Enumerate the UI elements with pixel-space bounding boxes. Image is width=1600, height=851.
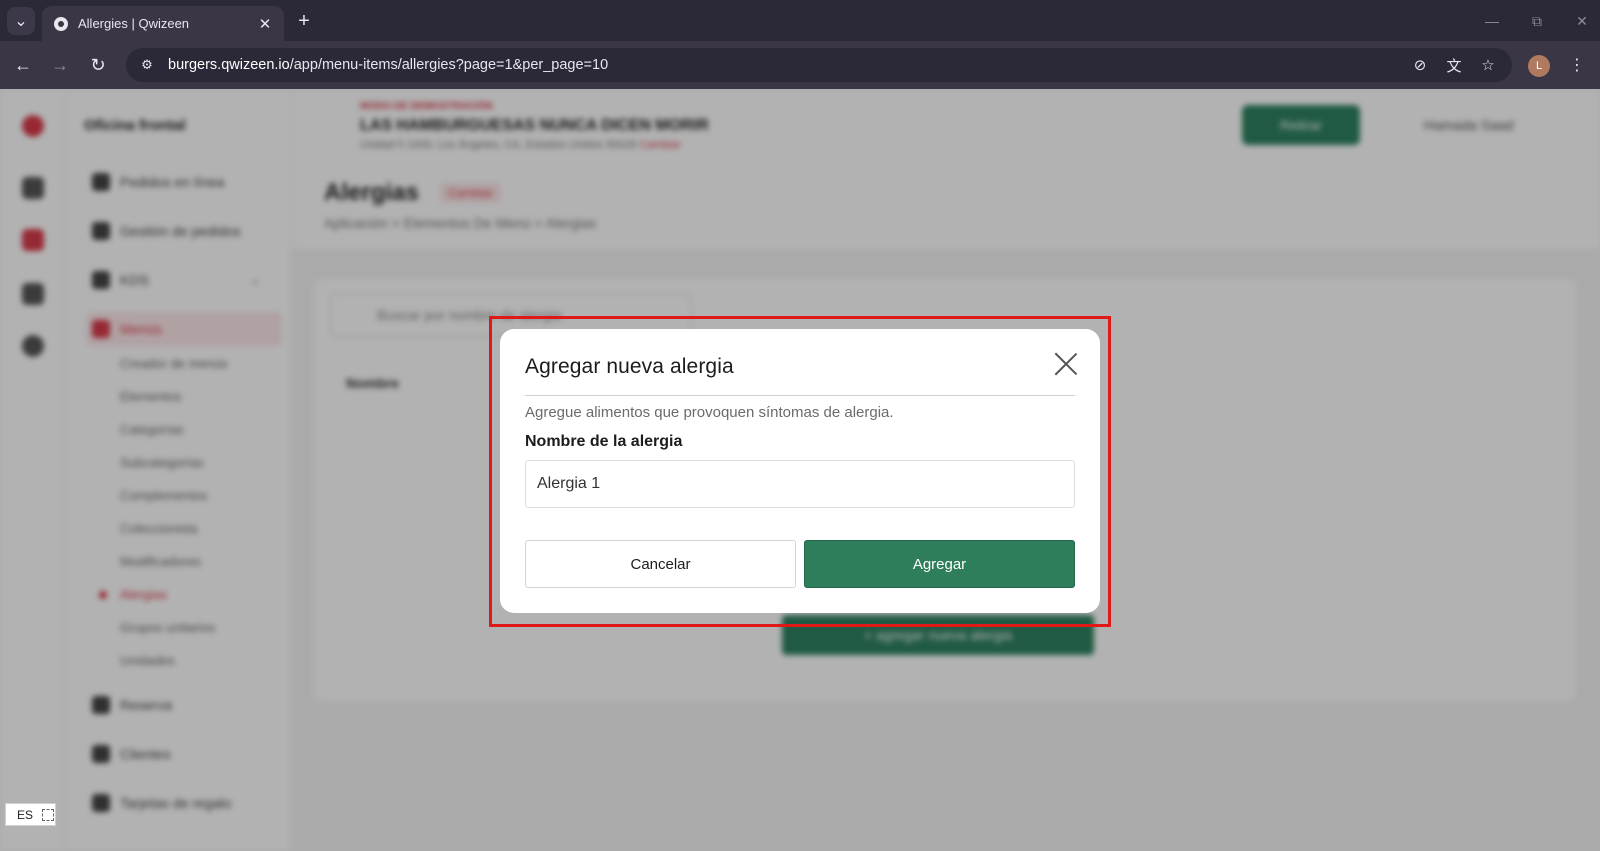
translate-icon[interactable]: 文 <box>1443 54 1465 76</box>
url-path: /app/menu-items/allergies?page=1&per_pag… <box>289 57 609 73</box>
close-window-button[interactable]: ✕ <box>1570 10 1594 32</box>
add-allergy-modal: Agregar nueva alergia Agregue alimentos … <box>500 329 1100 613</box>
allergy-name-input[interactable] <box>525 460 1075 508</box>
site-settings-icon[interactable]: ⚙ <box>134 52 160 78</box>
language-switcher[interactable]: ES <box>5 803 56 826</box>
new-tab-button[interactable]: + <box>292 9 316 33</box>
back-button[interactable]: ← <box>11 53 35 77</box>
profile-avatar[interactable]: L <box>1528 55 1550 77</box>
url-host: burgers.qwizeen.io <box>168 57 290 73</box>
cancel-button[interactable]: Cancelar <box>525 540 796 588</box>
tracking-protection-icon[interactable]: ⊘ <box>1409 54 1431 76</box>
browser-tab-bar: ⌄ Allergies | Qwizeen ✕ + — ⧉ ✕ <box>0 0 1600 41</box>
expand-icon[interactable] <box>42 808 54 821</box>
url-text[interactable]: burgers.qwizeen.io/app/menu-items/allerg… <box>168 57 608 73</box>
add-allergy-submit-button[interactable]: Agregar <box>804 540 1075 588</box>
restore-window-button[interactable]: ⧉ <box>1525 10 1549 32</box>
browser-tab-active[interactable]: Allergies | Qwizeen ✕ <box>42 6 284 41</box>
address-bar[interactable]: ⚙ burgers.qwizeen.io/app/menu-items/alle… <box>126 48 1512 82</box>
browser-menu-icon[interactable]: ⋮ <box>1568 54 1586 76</box>
modal-title: Agregar nueva alergia <box>525 355 734 378</box>
chevron-down-icon: ⌄ <box>14 13 28 30</box>
browser-toolbar: ← → ↻ ⚙ burgers.qwizeen.io/app/menu-item… <box>0 41 1600 89</box>
close-tab-icon[interactable]: ✕ <box>256 15 274 33</box>
language-code: ES <box>17 807 34 822</box>
forward-button[interactable]: → <box>48 53 72 77</box>
close-icon[interactable] <box>1052 350 1080 378</box>
minimize-window-button[interactable]: — <box>1480 10 1504 32</box>
reload-button[interactable]: ↻ <box>86 53 110 77</box>
modal-description: Agregue alimentos que provoquen síntomas… <box>525 404 894 421</box>
bookmark-star-icon[interactable]: ☆ <box>1477 54 1499 76</box>
tab-title: Allergies | Qwizeen <box>78 16 190 31</box>
tab-search-button[interactable]: ⌄ <box>7 7 35 35</box>
modal-divider <box>525 395 1075 396</box>
qwizeen-favicon-icon <box>54 16 68 31</box>
allergy-name-label: Nombre de la alergia <box>525 433 683 450</box>
